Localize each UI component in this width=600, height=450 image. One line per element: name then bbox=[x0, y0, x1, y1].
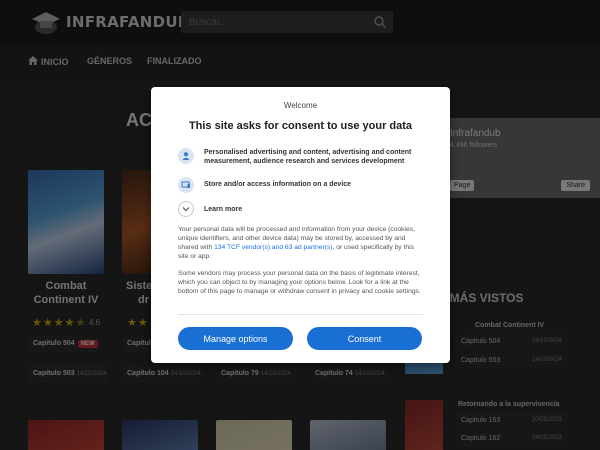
consent-paragraph-1: Your personal data will be processed and… bbox=[178, 225, 426, 261]
dialog-title: This site asks for consent to use your d… bbox=[188, 120, 413, 132]
purpose-text: Personalised advertising and content, ad… bbox=[204, 149, 412, 165]
consent-button[interactable]: Consent bbox=[307, 327, 422, 350]
learn-more-label: Learn more bbox=[204, 205, 243, 213]
divider bbox=[178, 314, 423, 315]
purpose-personalised-ads: Personalised advertising and content, ad… bbox=[178, 148, 424, 166]
purpose-store-access: Store and/or access information on a dev… bbox=[178, 177, 424, 193]
consent-paragraph-2: Some vendors may process your personal d… bbox=[178, 270, 421, 295]
purpose-text: Store and/or access information on a dev… bbox=[204, 181, 352, 188]
consent-dialog: Welcome This site asks for consent to us… bbox=[151, 87, 450, 363]
manage-options-button[interactable]: Manage options bbox=[178, 327, 293, 350]
device-icon bbox=[178, 177, 194, 193]
learn-more-button[interactable]: Learn more bbox=[178, 201, 242, 217]
dialog-welcome: Welcome bbox=[283, 101, 318, 110]
person-icon bbox=[178, 148, 194, 164]
vendors-link[interactable]: 134 TCF vendor(s) and 63 ad partner(s) bbox=[214, 244, 332, 251]
chevron-down-icon bbox=[178, 201, 194, 217]
